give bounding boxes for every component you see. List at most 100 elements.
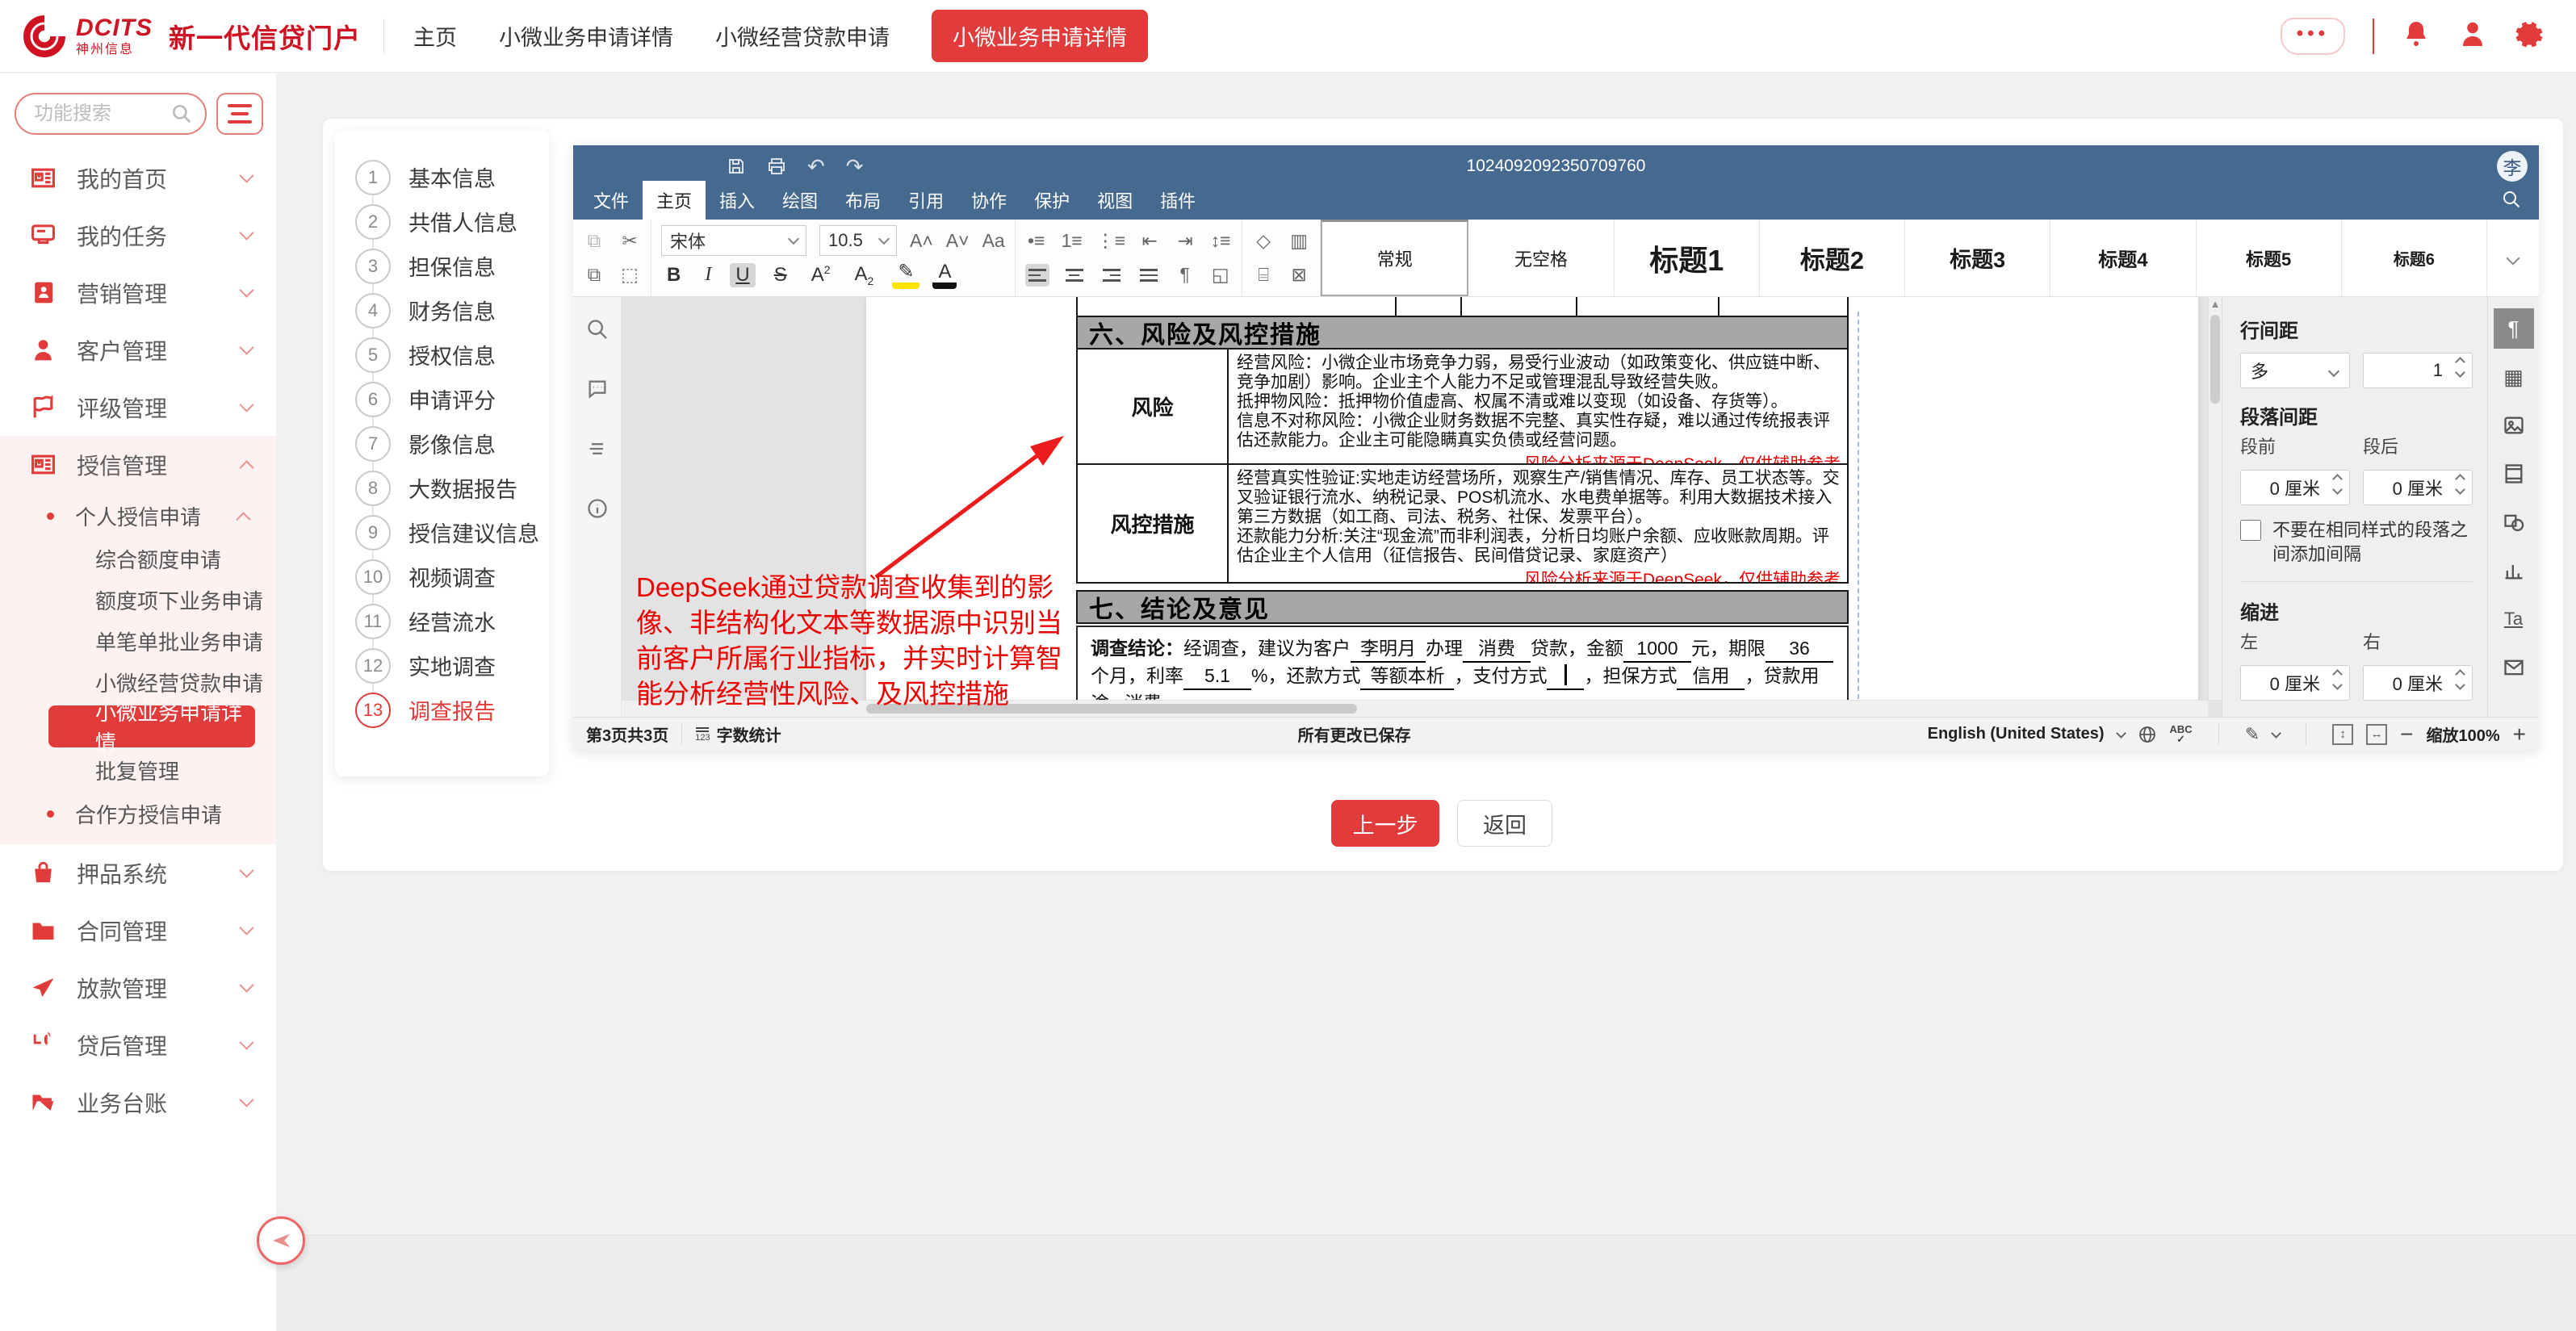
find-icon[interactable] xyxy=(586,318,609,341)
sidebar-item-contracts[interactable]: 合同管理 xyxy=(0,902,276,959)
user-icon[interactable] xyxy=(2458,19,2487,52)
style-heading1[interactable]: 标题1 xyxy=(1615,220,1760,296)
shrink-font-icon[interactable]: A˅ xyxy=(946,230,970,252)
justify-button[interactable] xyxy=(1137,264,1161,287)
menu-item-micro-detail-active[interactable]: 小微业务申请详情 xyxy=(48,705,255,747)
select-icon[interactable]: ⬚ xyxy=(618,264,641,286)
step-credit-advice[interactable]: 9授信建议信息 xyxy=(335,510,549,555)
info-icon[interactable] xyxy=(586,497,609,520)
styles-more-button[interactable] xyxy=(2487,220,2539,296)
style-heading5[interactable]: 标题5 xyxy=(2197,220,2342,296)
font-size-select[interactable]: 10.5 xyxy=(819,225,897,256)
field-pay-method[interactable] xyxy=(1547,663,1584,690)
sidebar-item-collateral[interactable]: 押品系统 xyxy=(0,844,276,902)
underline-button-active[interactable]: U xyxy=(730,263,755,287)
editor-search-icon[interactable] xyxy=(2502,190,2521,213)
line-spacing-select[interactable]: 多 xyxy=(2240,353,2350,388)
sidebar-item-my-home[interactable]: 我的首页 xyxy=(0,149,276,207)
menu-file[interactable]: 文件 xyxy=(580,181,643,220)
gear-icon[interactable] xyxy=(2515,19,2544,52)
more-tabs-pill[interactable]: ••• xyxy=(2281,18,2345,55)
style-normal-selected[interactable]: 常规 xyxy=(1321,220,1468,296)
sidebar-item-disbursement[interactable]: 放款管理 xyxy=(0,959,276,1016)
font-name-select[interactable]: 宋体 xyxy=(661,225,806,256)
line-spacing-input[interactable]: 1 xyxy=(2363,353,2473,388)
sidebar-item-rating[interactable]: 评级管理 xyxy=(0,379,276,436)
fit-width-icon[interactable]: ↔ xyxy=(2366,724,2387,745)
submenu-partner-credit[interactable]: 合作方授信申请 xyxy=(0,791,276,836)
back-button[interactable]: 返回 xyxy=(1457,800,1552,847)
format-eraser-icon[interactable]: ◇ xyxy=(1252,230,1275,252)
menu-item-quota-business[interactable]: 额度项下业务申请 xyxy=(0,580,276,621)
align-right-button[interactable] xyxy=(1100,264,1124,287)
menu-references[interactable]: 引用 xyxy=(894,181,957,220)
highlight-color-button[interactable]: ✎ xyxy=(892,262,919,289)
shading-icon[interactable]: ◱ xyxy=(1209,264,1232,286)
field-guarantee-method[interactable]: 信用 xyxy=(1677,663,1745,690)
cut-icon[interactable]: ✂ xyxy=(618,230,641,252)
strikethrough-button[interactable]: S xyxy=(769,263,793,287)
spacing-before-input[interactable]: 0 厘米 xyxy=(2240,470,2350,505)
spacing-after-input[interactable]: 0 厘米 xyxy=(2363,470,2473,505)
text-art-panel-icon[interactable]: Ta xyxy=(2494,599,2534,639)
no-space-same-style-checkbox[interactable] xyxy=(2240,520,2261,541)
menu-home-active[interactable]: 主页 xyxy=(643,181,706,220)
indent-left-input[interactable]: 0 厘米 xyxy=(2240,665,2350,701)
subscript-button[interactable]: A2 xyxy=(849,262,880,288)
superscript-button[interactable]: A2 xyxy=(806,262,836,287)
field-loan-type[interactable]: 消费 xyxy=(1463,635,1531,663)
format-painter-icon[interactable]: ⌸ xyxy=(1252,264,1275,286)
field-rate[interactable]: 5.1 xyxy=(1183,663,1251,690)
line-spacing-icon[interactable]: ↕≡ xyxy=(1209,230,1232,252)
previous-step-button[interactable]: 上一步 xyxy=(1331,800,1439,847)
menu-draw[interactable]: 绘图 xyxy=(769,181,831,220)
navigation-icon[interactable] xyxy=(586,437,609,460)
paragraph-panel-icon-active[interactable]: ¶ xyxy=(2494,308,2534,349)
avatar[interactable]: 李 xyxy=(2497,151,2528,182)
menu-item-comprehensive-quota[interactable]: 综合额度申请 xyxy=(0,538,276,580)
align-center-button[interactable] xyxy=(1062,264,1087,287)
menu-view[interactable]: 视图 xyxy=(1083,181,1146,220)
menu-plugins[interactable]: 插件 xyxy=(1146,181,1209,220)
paragraph-mark-icon[interactable]: ¶ xyxy=(1174,264,1196,286)
nav-tab-loan-apply[interactable]: 小微经营贷款申请 xyxy=(715,20,890,52)
step-authorization[interactable]: 5授权信息 xyxy=(335,333,549,377)
menu-collaborate[interactable]: 协作 xyxy=(957,181,1020,220)
header-footer-panel-icon[interactable] xyxy=(2494,454,2534,494)
spellcheck-icon[interactable]: ABC✓ xyxy=(2170,725,2193,744)
sidebar-item-post-loan[interactable]: 贷后管理 xyxy=(0,1016,276,1074)
vertical-scrollbar[interactable]: ▲ xyxy=(2208,297,2222,700)
grow-font-icon[interactable]: A˄ xyxy=(910,230,933,252)
field-amount[interactable]: 1000 xyxy=(1623,635,1691,663)
style-heading2[interactable]: 标题2 xyxy=(1760,220,1905,296)
style-heading3[interactable]: 标题3 xyxy=(1905,220,2050,296)
align-left-button-active[interactable] xyxy=(1025,264,1049,287)
field-term[interactable]: 36 xyxy=(1766,635,1833,663)
sidebar-item-ledger[interactable]: 业务台账 xyxy=(0,1074,276,1131)
menu-layout[interactable]: 布局 xyxy=(831,181,894,220)
copy-icon[interactable]: ⧉ xyxy=(583,264,605,286)
mail-merge-panel-icon[interactable] xyxy=(2494,647,2534,688)
paste-icon[interactable]: ⧉ xyxy=(583,230,605,252)
frame-icon[interactable]: ⊠ xyxy=(1288,264,1310,286)
step-guarantee[interactable]: 3担保信息 xyxy=(335,244,549,288)
sidebar-item-my-tasks[interactable]: 我的任务 xyxy=(0,207,276,264)
menu-item-single-batch[interactable]: 单笔单批业务申请 xyxy=(0,621,276,662)
style-heading6[interactable]: 标题6 xyxy=(2342,220,2487,296)
submenu-personal-credit[interactable]: 个人授信申请 xyxy=(0,493,276,538)
sidebar-item-marketing[interactable]: 营销管理 xyxy=(0,264,276,321)
page-indicator[interactable]: 第3页共3页 xyxy=(586,722,668,746)
decrease-indent-icon[interactable]: ⇤ xyxy=(1138,230,1161,252)
table-panel-icon[interactable]: ▦ xyxy=(2494,357,2534,397)
sidebar-item-credit-mgmt[interactable]: 授信管理 xyxy=(0,436,276,493)
comments-icon[interactable] xyxy=(586,378,609,400)
bold-button[interactable]: B xyxy=(661,263,686,287)
step-bigdata[interactable]: 8大数据报告 xyxy=(335,466,549,510)
bell-icon[interactable] xyxy=(2402,19,2431,52)
scrollbar-thumb[interactable] xyxy=(2210,315,2220,404)
zoom-out-button[interactable]: − xyxy=(2400,722,2413,747)
step-score[interactable]: 6申请评分 xyxy=(335,377,549,421)
image-panel-icon[interactable] xyxy=(2494,405,2534,446)
step-imaging[interactable]: 7影像信息 xyxy=(335,421,549,466)
language-selector[interactable]: English (United States) xyxy=(1928,725,2105,743)
